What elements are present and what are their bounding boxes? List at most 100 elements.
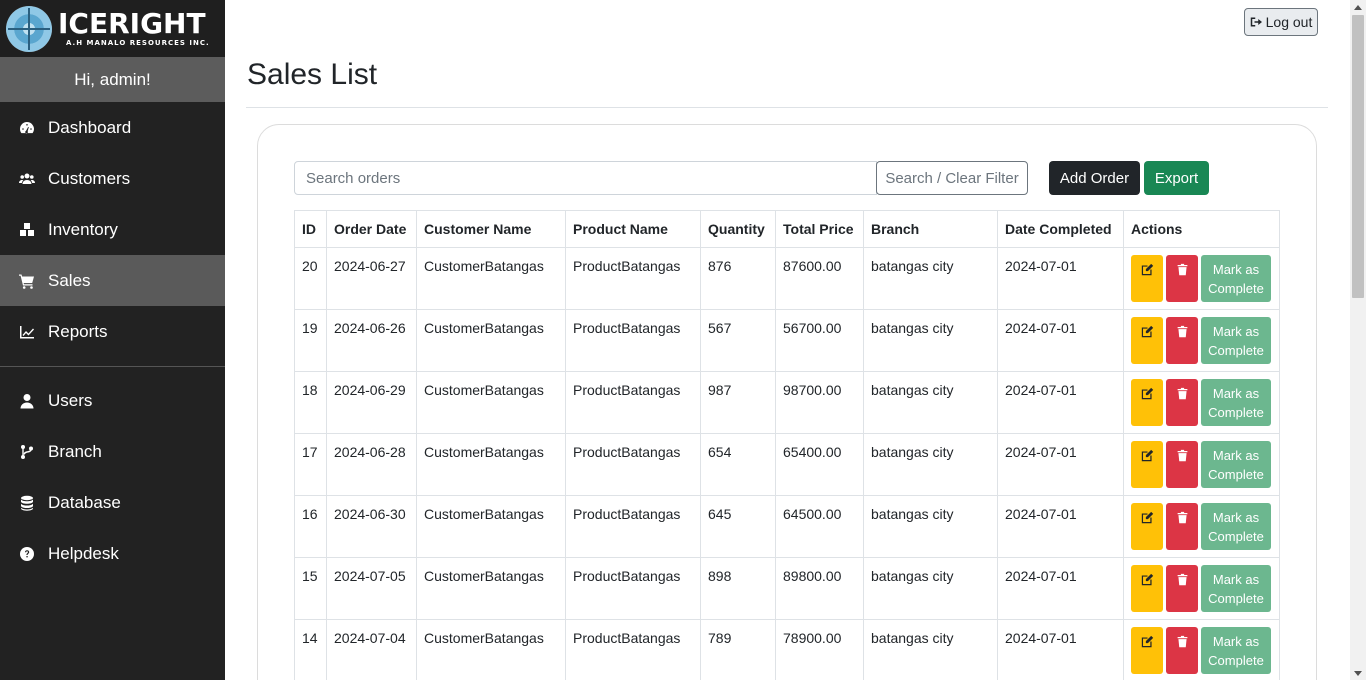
delete-button[interactable]	[1166, 317, 1198, 364]
delete-button[interactable]	[1166, 441, 1198, 488]
sidebar-item-database[interactable]: Database	[0, 477, 225, 528]
cell-id: 19	[294, 309, 327, 372]
column-header-branch: Branch	[863, 210, 998, 248]
cell-actions: Mark as Complete	[1123, 619, 1280, 680]
sign-out-icon	[1250, 17, 1262, 27]
mark-complete-button[interactable]: Mark as Complete	[1201, 627, 1271, 674]
trash-icon	[1177, 449, 1187, 462]
cell-date-completed: 2024-07-01	[997, 557, 1124, 620]
sidebar-item-inventory[interactable]: Inventory	[0, 204, 225, 255]
table-row: 18 2024-06-29 CustomerBatangas ProductBa…	[294, 371, 1280, 434]
column-header-total-price: Total Price	[775, 210, 864, 248]
cell-product: ProductBatangas	[565, 247, 701, 310]
mark-complete-button[interactable]: Mark as Complete	[1201, 255, 1271, 302]
edit-button[interactable]	[1131, 441, 1163, 488]
cell-product: ProductBatangas	[565, 309, 701, 372]
cell-id: 18	[294, 371, 327, 434]
mark-complete-button[interactable]: Mark as Complete	[1201, 441, 1271, 488]
cell-customer: CustomerBatangas	[416, 557, 566, 620]
sidebar-item-reports[interactable]: Reports	[0, 306, 225, 357]
cell-customer: CustomerBatangas	[416, 619, 566, 680]
cell-total-price: 65400.00	[775, 433, 864, 496]
search-clear-button[interactable]: Search / Clear Filter	[876, 161, 1028, 195]
sidebar-divider	[0, 366, 225, 367]
sidebar-item-dashboard[interactable]: Dashboard	[0, 102, 225, 153]
cell-order-date: 2024-07-05	[326, 557, 417, 620]
edit-button[interactable]	[1131, 255, 1163, 302]
sidebar-item-customers[interactable]: Customers	[0, 153, 225, 204]
cell-quantity: 567	[700, 309, 776, 372]
delete-button[interactable]	[1166, 503, 1198, 550]
sidebar-item-helpdesk[interactable]: Helpdesk	[0, 528, 225, 579]
edit-button[interactable]	[1131, 627, 1163, 674]
cell-total-price: 78900.00	[775, 619, 864, 680]
brand-logo[interactable]: ICERIGHT A.H MANALO RESOURCES INC.	[0, 0, 225, 57]
user-icon	[18, 392, 36, 410]
add-order-button[interactable]: Add Order	[1049, 161, 1140, 195]
table-row: 20 2024-06-27 CustomerBatangas ProductBa…	[294, 247, 1280, 310]
cell-order-date: 2024-06-26	[326, 309, 417, 372]
delete-button[interactable]	[1166, 255, 1198, 302]
mark-complete-button[interactable]: Mark as Complete	[1201, 503, 1271, 550]
scroll-down-arrow-icon[interactable]	[1350, 666, 1366, 680]
mark-complete-button[interactable]: Mark as Complete	[1201, 379, 1271, 426]
export-button[interactable]: Export	[1144, 161, 1209, 195]
cell-date-completed: 2024-07-01	[997, 371, 1124, 434]
cell-total-price: 98700.00	[775, 371, 864, 434]
table-row: 15 2024-07-05 CustomerBatangas ProductBa…	[294, 557, 1280, 620]
trash-icon	[1177, 573, 1187, 586]
scroll-up-arrow-icon[interactable]	[1350, 0, 1366, 14]
brand-subtitle: A.H MANALO RESOURCES INC.	[66, 39, 210, 47]
cell-customer: CustomerBatangas	[416, 247, 566, 310]
edit-icon	[1141, 449, 1153, 462]
trash-icon	[1177, 511, 1187, 524]
sidebar-item-branch[interactable]: Branch	[0, 426, 225, 477]
cart-icon	[18, 272, 36, 290]
search-input[interactable]	[294, 161, 877, 195]
sidebar-item-sales[interactable]: Sales	[0, 255, 225, 306]
dashboard-icon	[18, 119, 36, 137]
logout-button[interactable]: Log out	[1244, 8, 1318, 36]
vertical-scrollbar[interactable]	[1350, 0, 1366, 680]
cell-product: ProductBatangas	[565, 371, 701, 434]
cell-total-price: 89800.00	[775, 557, 864, 620]
delete-button[interactable]	[1166, 565, 1198, 612]
edit-icon	[1141, 325, 1153, 338]
edit-button[interactable]	[1131, 317, 1163, 364]
delete-button[interactable]	[1166, 627, 1198, 674]
cell-order-date: 2024-06-30	[326, 495, 417, 558]
mark-complete-button[interactable]: Mark as Complete	[1201, 317, 1271, 364]
cell-actions: Mark as Complete	[1123, 433, 1280, 496]
logout-label: Log out	[1265, 14, 1313, 30]
question-icon	[18, 545, 36, 563]
cell-branch: batangas city	[863, 247, 998, 310]
cell-date-completed: 2024-07-01	[997, 309, 1124, 372]
sidebar-item-label: Customers	[48, 168, 131, 188]
cell-date-completed: 2024-07-01	[997, 619, 1124, 680]
cell-quantity: 898	[700, 557, 776, 620]
scroll-thumb[interactable]	[1352, 15, 1364, 298]
cell-branch: batangas city	[863, 371, 998, 434]
mark-complete-button[interactable]: Mark as Complete	[1201, 565, 1271, 612]
cell-customer: CustomerBatangas	[416, 495, 566, 558]
cell-id: 16	[294, 495, 327, 558]
sidebar-item-users[interactable]: Users	[0, 375, 225, 426]
column-header-customer: Customer Name	[416, 210, 566, 248]
cell-date-completed: 2024-07-01	[997, 495, 1124, 558]
edit-icon	[1141, 573, 1153, 586]
column-header-product: Product Name	[565, 210, 701, 248]
cell-id: 15	[294, 557, 327, 620]
sidebar-item-label: Database	[48, 492, 121, 512]
sidebar-item-label: Dashboard	[48, 117, 132, 137]
branch-icon	[18, 443, 36, 461]
edit-button[interactable]	[1131, 503, 1163, 550]
database-icon	[18, 494, 36, 512]
column-header-id: ID	[294, 210, 327, 248]
cell-id: 20	[294, 247, 327, 310]
table-row: 19 2024-06-26 CustomerBatangas ProductBa…	[294, 309, 1280, 372]
cell-product: ProductBatangas	[565, 557, 701, 620]
delete-button[interactable]	[1166, 379, 1198, 426]
cell-product: ProductBatangas	[565, 433, 701, 496]
edit-button[interactable]	[1131, 565, 1163, 612]
edit-button[interactable]	[1131, 379, 1163, 426]
